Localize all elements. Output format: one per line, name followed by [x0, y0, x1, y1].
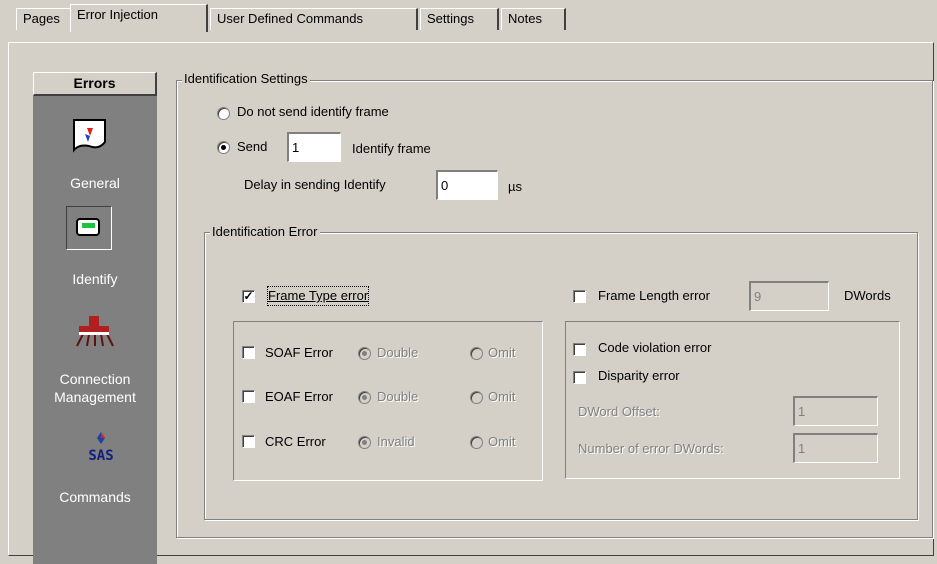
soaf-error-checkbox[interactable]: [242, 346, 255, 359]
delay-unit: µs: [508, 179, 522, 194]
eoaf-error-label[interactable]: EOAF Error: [265, 388, 333, 406]
crc-error-label[interactable]: CRC Error: [265, 433, 326, 451]
delay-input[interactable]: [436, 170, 498, 200]
frame-length-input[interactable]: [749, 281, 829, 311]
crc-error-checkbox[interactable]: [242, 435, 255, 448]
frame-type-error-checkbox[interactable]: ✓: [242, 290, 255, 303]
disparity-label[interactable]: Disparity error: [598, 367, 680, 385]
frame-length-error-label[interactable]: Frame Length error: [598, 287, 710, 305]
dword-offset-label: DWord Offset:: [578, 404, 660, 419]
soaf-error-label[interactable]: SOAF Error: [265, 344, 333, 362]
tab-user-defined-commands[interactable]: User Defined Commands: [210, 8, 418, 30]
soaf-double-radio[interactable]: [358, 347, 371, 360]
num-error-dwords-input[interactable]: [793, 433, 878, 463]
crc-omit-radio[interactable]: [470, 436, 483, 449]
soaf-omit-radio[interactable]: [470, 347, 483, 360]
eoaf-omit-label[interactable]: Omit: [488, 388, 515, 406]
sidebar-item-connection-management[interactable]: Connection Management: [33, 370, 157, 406]
sidebar-item-commands[interactable]: Commands: [33, 488, 157, 506]
dword-offset-input[interactable]: [793, 396, 878, 426]
identification-settings-title: Identification Settings: [182, 71, 310, 87]
tab-notes[interactable]: Notes: [501, 8, 566, 30]
general-icon[interactable]: [69, 116, 111, 159]
tab-settings[interactable]: Settings: [420, 8, 499, 30]
num-error-dwords-label: Number of error DWords:: [578, 441, 724, 456]
identification-error-title: Identification Error: [210, 224, 320, 240]
eoaf-double-radio[interactable]: [358, 391, 371, 404]
send-count-input[interactable]: [287, 132, 341, 162]
identify-frame-label: Identify frame: [352, 141, 431, 156]
soaf-omit-label[interactable]: Omit: [488, 344, 515, 362]
frame-length-error-checkbox[interactable]: [573, 290, 586, 303]
send-label[interactable]: Send: [237, 138, 267, 156]
identify-icon[interactable]: [66, 206, 112, 250]
eoaf-error-checkbox[interactable]: [242, 390, 255, 403]
crc-invalid-radio[interactable]: [358, 436, 371, 449]
sidebar-header-errors[interactable]: Errors: [33, 72, 157, 96]
sidebar-item-identify[interactable]: Identify: [33, 270, 157, 288]
send-radio[interactable]: [217, 141, 230, 154]
soaf-double-label[interactable]: Double: [377, 344, 418, 362]
connection-management-icon[interactable]: [75, 314, 115, 353]
frame-length-unit: DWords: [844, 288, 891, 303]
delay-label: Delay in sending Identify: [244, 177, 386, 192]
crc-invalid-label[interactable]: Invalid: [377, 433, 415, 451]
eoaf-omit-radio[interactable]: [470, 391, 483, 404]
disparity-checkbox[interactable]: [573, 371, 586, 384]
code-violation-checkbox[interactable]: [573, 343, 586, 356]
do-not-send-radio[interactable]: [217, 107, 230, 120]
sidebar-item-general[interactable]: General: [33, 174, 157, 192]
crc-omit-label[interactable]: Omit: [488, 433, 515, 451]
do-not-send-label[interactable]: Do not send identify frame: [237, 103, 389, 121]
tab-pages[interactable]: Pages: [16, 8, 72, 30]
eoaf-double-label[interactable]: Double: [377, 388, 418, 406]
sas-icon-text: SAS: [88, 448, 114, 464]
frame-type-error-label[interactable]: Frame Type error: [266, 286, 370, 306]
code-violation-label[interactable]: Code violation error: [598, 339, 711, 357]
tab-error-injection[interactable]: Error Injection: [70, 4, 208, 32]
sas-commands-icon[interactable]: SAS: [86, 430, 116, 463]
